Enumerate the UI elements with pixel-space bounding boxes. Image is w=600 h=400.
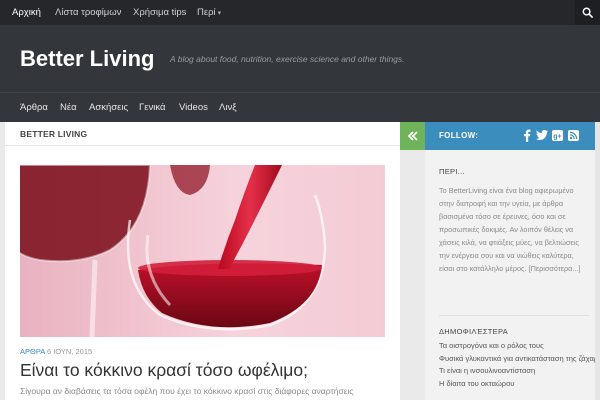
breadcrumb: BETTER LIVING <box>20 129 88 139</box>
page: Αρχική Λίστα τροφίμων Χρήσιμα tips Περί ▾… <box>0 0 600 400</box>
popular-posts-list: Τα οιστρογόνα και ο ρόλος τους Φυσικά γλ… <box>439 340 595 390</box>
popular-widget-title: ΔΗΜΟΦΙΛΈΣΤΕΡΑ <box>439 327 509 336</box>
mainnav-item-exercises[interactable]: Ασκήσεις <box>89 93 128 123</box>
follow-bar: FOLLOW: g+ <box>425 122 595 150</box>
top-navigation: Αρχική Λίστα τροφίμων Χρήσιμα tips Περί ▾ <box>0 0 600 25</box>
rss-icon <box>567 129 579 141</box>
main-navigation: Άρθρα Νέα Ασκήσεις Γενικά Videos Λινξ <box>0 92 600 122</box>
topnav-item-about[interactable]: Περί ▾ <box>197 0 221 25</box>
search-button[interactable] <box>575 0 600 25</box>
follow-label: FOLLOW: <box>439 131 479 140</box>
post-thumbnail[interactable] <box>20 165 385 337</box>
topnav-item-home[interactable]: Αρχική <box>12 0 41 25</box>
svg-text:g+: g+ <box>553 133 561 140</box>
main-content: BETTER LIVING ΑΡΘΡΑ 6 ΙΟΥΝ, 2015 Είναι τ… <box>5 122 400 400</box>
mainnav-item-articles[interactable]: Άρθρα <box>20 93 48 123</box>
about-widget-title: ΠΕΡΙ... <box>439 167 465 176</box>
google-plus-link[interactable]: g+ <box>550 128 564 142</box>
sidebar: FOLLOW: g+ ΠΕΡΙ... Το BetterLiving είναι… <box>425 122 595 400</box>
chevron-down-icon: ▾ <box>217 10 222 17</box>
wine-glass-image <box>20 165 385 337</box>
post-title[interactable]: Είναι το κόκκινο κρασί τόσο ωφέλιμο; <box>20 360 308 381</box>
widget-divider <box>439 315 589 316</box>
mainnav-item-news[interactable]: Νέα <box>60 93 77 123</box>
post-meta: ΑΡΘΡΑ 6 ΙΟΥΝ, 2015 <box>20 347 92 356</box>
popular-post-link[interactable]: Τι είναι η ινσουλινοαντίσταση <box>439 365 595 378</box>
topnav-item-tips[interactable]: Χρήσιμα tips <box>133 0 186 25</box>
mainnav-item-general[interactable]: Γενικά <box>139 93 165 123</box>
mainnav-item-links[interactable]: Λινξ <box>219 93 236 123</box>
site-tagline: A blog about food, nutrition, exercise s… <box>170 54 405 64</box>
post-excerpt: Σίγουρα αν διαβάσεις τα τόσα οφέλη που έ… <box>20 386 354 396</box>
double-chevron-left-icon <box>407 131 418 141</box>
site-title[interactable]: Better Living <box>20 46 154 72</box>
popular-post-link[interactable]: Τα οιστρογόνα και ο ρόλος τους <box>439 340 595 353</box>
topnav-item-food-list[interactable]: Λίστα τροφίμων <box>55 0 121 25</box>
search-icon <box>582 7 593 18</box>
mainnav-item-videos[interactable]: Videos <box>179 93 208 123</box>
topnav-item-about-label: Περί <box>197 7 216 18</box>
post-date: 6 ΙΟΥΝ, 2015 <box>46 347 93 356</box>
site-header: Better Living A blog about food, nutriti… <box>0 25 600 92</box>
breadcrumb-bar: BETTER LIVING <box>5 122 400 146</box>
sidebar-toggle-button[interactable] <box>400 122 425 150</box>
popular-post-link[interactable]: Φυσικά γλυκαντικά για αντικατάσταση της … <box>439 353 595 366</box>
page-edge <box>595 122 600 400</box>
rss-link[interactable] <box>566 128 580 142</box>
facebook-icon <box>524 129 531 142</box>
twitter-link[interactable] <box>535 128 549 142</box>
twitter-icon <box>536 130 548 140</box>
google-plus-icon: g+ <box>551 129 563 141</box>
facebook-link[interactable] <box>520 128 534 142</box>
popular-post-link[interactable]: Η δίαιτα του οκταώρου <box>439 378 595 391</box>
about-widget-text: Το BetterLiving είναι ένα blog αφιερωμέν… <box>439 186 581 273</box>
post-category[interactable]: ΑΡΘΡΑ <box>20 347 45 356</box>
